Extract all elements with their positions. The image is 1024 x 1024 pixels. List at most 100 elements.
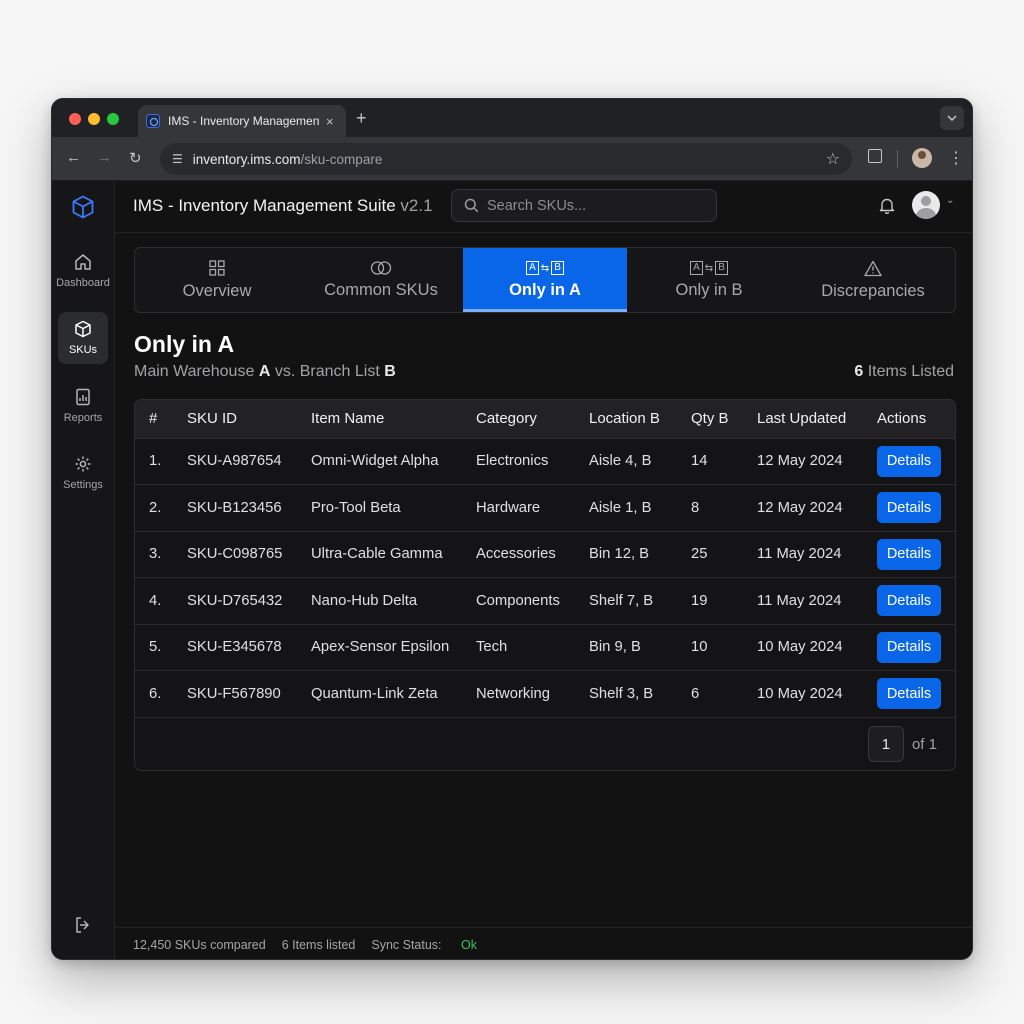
search-icon — [464, 198, 479, 213]
tab-overview[interactable]: Overview — [135, 248, 299, 312]
row-number: 1. — [135, 438, 187, 485]
tab-search-button[interactable] — [940, 106, 964, 130]
item-name: Pro-Tool Beta — [311, 484, 476, 532]
browser-tab[interactable]: IMS - Inventory Management Suite × — [138, 105, 346, 137]
status-compared: 12,450 SKUs compared — [133, 937, 266, 952]
col-header-category[interactable]: Category — [476, 400, 589, 439]
col-header-sku[interactable]: SKU ID — [187, 400, 311, 439]
details-button[interactable]: Details — [877, 585, 941, 617]
status-bar: 12,450 SKUs compared 6 Items listed Sync… — [115, 927, 972, 959]
item-name: Apex-Sensor Epsilon — [311, 624, 476, 671]
browser-toolbar: ← → ↻ ☰ inventory.ims.com/sku-compare ☆ … — [52, 137, 972, 181]
rail-item-settings[interactable]: Settings — [58, 447, 108, 499]
row-number: 4. — [135, 577, 187, 625]
last-updated: 11 May 2024 — [757, 577, 877, 625]
search-input[interactable] — [487, 197, 697, 214]
rail-item-reports[interactable]: Reports — [58, 380, 108, 432]
tab-close-icon[interactable]: × — [326, 114, 334, 129]
close-window-button[interactable] — [69, 113, 81, 125]
details-button[interactable]: Details — [877, 492, 941, 524]
user-avatar[interactable] — [912, 191, 940, 219]
rail-label: Settings — [63, 479, 103, 491]
qty: 10 — [691, 624, 757, 671]
report-icon — [76, 388, 90, 406]
sku-id: SKU-C098765 — [187, 531, 311, 578]
forward-icon[interactable]: → — [97, 149, 112, 166]
ab-compare-icon: A ⇆ B — [526, 260, 564, 276]
tab-only-in-b[interactable]: A ⇆ B Only in B — [627, 248, 791, 312]
sync-value: Ok — [461, 937, 478, 952]
details-button[interactable]: Details — [877, 445, 941, 477]
col-header-updated[interactable]: Last Updated — [757, 400, 877, 439]
app-root: Dashboard SKUs Reports Settings IMS - In… — [52, 181, 972, 959]
actions-cell: Details — [877, 577, 955, 625]
qty: 19 — [691, 577, 757, 625]
chevron-down-icon[interactable]: ⌄ — [946, 195, 954, 206]
item-name: Nano-Hub Delta — [311, 577, 476, 625]
extensions-icon[interactable] — [868, 149, 882, 163]
app-title: IMS - Inventory Management Suite v2.1 — [133, 196, 433, 215]
toolbar-divider — [897, 150, 898, 168]
tab-only-in-a[interactable]: A ⇆ B Only in A — [463, 248, 627, 312]
table-row: 1. SKU-A987654 Omni-Widget Alpha Electro… — [135, 438, 955, 485]
home-icon — [75, 254, 91, 270]
profile-avatar[interactable] — [912, 148, 932, 168]
tab-label: Common SKUs — [324, 281, 438, 299]
sku-id: SKU-E345678 — [187, 624, 311, 671]
minimize-window-button[interactable] — [88, 113, 100, 125]
last-updated: 10 May 2024 — [757, 670, 877, 718]
details-button[interactable]: Details — [877, 538, 941, 570]
item-name: Quantum-Link Zeta — [311, 670, 476, 718]
ab-compare-icon: A ⇆ B — [690, 260, 728, 276]
tab-label: Only in A — [509, 281, 581, 299]
category: Hardware — [476, 484, 589, 532]
tab-common-skus[interactable]: Common SKUs — [299, 248, 463, 312]
search-box[interactable] — [451, 189, 717, 222]
chevron-down-icon — [947, 115, 957, 121]
browser-window: IMS - Inventory Management Suite × + ← →… — [51, 98, 973, 960]
col-header-name[interactable]: Item Name — [311, 400, 476, 439]
back-icon[interactable]: ← — [66, 149, 81, 166]
reload-icon[interactable]: ↻ — [129, 149, 142, 167]
tab-label: Only in B — [675, 281, 743, 299]
bookmark-star-icon[interactable]: ☆ — [826, 149, 840, 169]
rail-label: Dashboard — [56, 277, 110, 289]
favicon-icon — [146, 114, 160, 128]
gear-icon — [75, 456, 91, 472]
status-sync: Sync Status: Ok — [371, 937, 478, 952]
browser-tab-title: IMS - Inventory Management Suite — [168, 114, 320, 128]
rail-item-skus[interactable]: SKUs — [58, 312, 108, 364]
items-count: 6 Items Listed — [854, 363, 954, 380]
url-text[interactable]: inventory.ims.com/sku-compare — [193, 152, 383, 167]
col-header-qty[interactable]: Qty B — [691, 400, 757, 439]
qty: 14 — [691, 438, 757, 485]
details-button[interactable]: Details — [877, 678, 941, 710]
category: Tech — [476, 624, 589, 671]
last-updated: 10 May 2024 — [757, 624, 877, 671]
maximize-window-button[interactable] — [107, 113, 119, 125]
rail-item-dashboard[interactable]: Dashboard — [56, 245, 110, 297]
new-tab-button[interactable]: + — [356, 108, 367, 129]
details-button[interactable]: Details — [877, 631, 941, 663]
tab-discrepancies[interactable]: Discrepancies — [791, 248, 955, 312]
address-bar[interactable]: ☰ inventory.ims.com/sku-compare ☆ — [160, 143, 852, 175]
col-header-location[interactable]: Location B — [589, 400, 691, 439]
page-number-button[interactable]: 1 — [867, 726, 904, 762]
section-subtitle: Main Warehouse A vs. Branch List B — [134, 363, 396, 380]
logout-icon[interactable] — [74, 916, 92, 939]
col-header-actions: Actions — [877, 400, 955, 439]
category: Networking — [476, 670, 589, 718]
location: Shelf 3, B — [589, 670, 691, 718]
location: Aisle 4, B — [589, 438, 691, 485]
row-number: 5. — [135, 624, 187, 671]
compare-tabs: Overview Common SKUs A ⇆ B Only in A A ⇆ B O… — [134, 247, 956, 313]
cube-icon — [75, 320, 91, 338]
qty: 6 — [691, 670, 757, 718]
qty: 25 — [691, 531, 757, 578]
logo-cube-icon[interactable] — [72, 195, 94, 224]
site-info-icon[interactable]: ☰ — [172, 152, 183, 166]
app-version: v2.1 — [400, 196, 433, 215]
bell-icon[interactable] — [879, 197, 895, 219]
table-row: 2. SKU-B123456 Pro-Tool Beta Hardware Ai… — [135, 484, 955, 532]
browser-menu-icon[interactable]: ⋮ — [948, 148, 964, 168]
